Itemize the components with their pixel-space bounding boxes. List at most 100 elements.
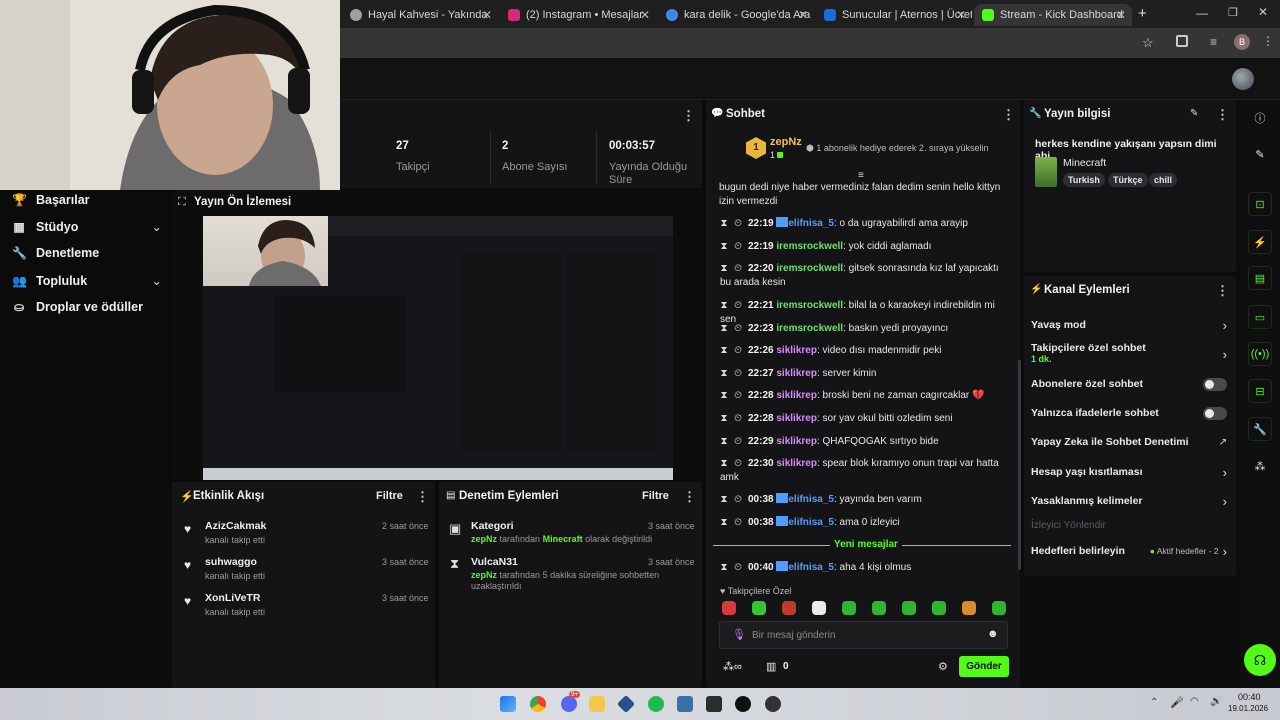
layout-icon[interactable]: ⊟ <box>1248 379 1272 403</box>
timeout-icon[interactable]: ⏲ <box>734 412 742 426</box>
profile-avatar[interactable]: B <box>1234 34 1250 50</box>
emote-icon[interactable] <box>842 601 856 615</box>
emote-icon[interactable] <box>782 601 796 615</box>
preview-video[interactable] <box>203 216 673 480</box>
browser-tab[interactable]: (2) Instagram • Mesajlar ✕ <box>500 4 656 26</box>
file-explorer-icon[interactable] <box>589 696 605 712</box>
timeout-icon[interactable]: ⏲ <box>734 240 742 254</box>
bits-icon[interactable]: ⁂∞ <box>723 660 742 673</box>
chat-username[interactable]: siklikrep <box>776 368 817 379</box>
action-followers-only[interactable]: Takipçilere özel sohbet 1 dk. › <box>1031 343 1227 365</box>
action-emotes-only[interactable]: Yalnızca ifadelerle sohbet <box>1031 405 1227 421</box>
timeout-icon[interactable]: ⏲ <box>734 262 742 276</box>
action-slow-mode[interactable]: Yavaş mod › <box>1031 317 1227 333</box>
hourglass-icon[interactable]: ⧗ <box>720 493 728 507</box>
hourglass-icon[interactable]: ⧗ <box>720 561 728 575</box>
chat-username[interactable]: iremsrockwell <box>776 323 843 334</box>
timeout-icon[interactable]: ⏲ <box>734 435 742 449</box>
chat-settings-gear-icon[interactable]: ⚙ <box>938 660 948 673</box>
emote-icon[interactable] <box>932 601 946 615</box>
gift-prompt[interactable]: ⬢ 1 abonelik hediye ederek 2. sıraya yük… <box>806 143 988 154</box>
broadcast-icon[interactable]: ((•)) <box>1248 342 1272 366</box>
chat-username[interactable]: elifnisa_5 <box>788 562 834 573</box>
close-tab-icon[interactable]: ✕ <box>798 8 808 22</box>
action-ai-moderation[interactable]: Yapay Zeka ile Sohbet Denetimi ↗ <box>1031 434 1227 450</box>
timeout-icon[interactable]: ⏲ <box>734 389 742 403</box>
minimize-icon[interactable]: — <box>1196 6 1208 20</box>
chat-username[interactable]: siklikrep <box>776 458 817 469</box>
chrome-icon[interactable] <box>530 696 546 712</box>
sidebar-item-basarilar[interactable]: 🏆 Başarılar <box>12 193 162 207</box>
activity-user[interactable]: XonLiVeTR <box>205 592 260 604</box>
chat-username[interactable]: siklikrep <box>776 345 817 356</box>
chat-scrollbar[interactable] <box>1018 360 1021 570</box>
moderation-actor[interactable]: zepNz <box>471 534 497 544</box>
channel-actions-menu-icon[interactable]: ⋮ <box>1216 283 1229 299</box>
emote-icon[interactable] <box>992 601 1006 615</box>
emoji-icon[interactable]: ☻ <box>987 628 999 640</box>
browser-tab[interactable]: Hayal Kahvesi - Yakında ✕ <box>342 4 498 26</box>
clock-time[interactable]: 00:40 <box>1238 692 1261 702</box>
sidebar-item-topluluk[interactable]: 👥 Topluluk ⌄ <box>12 273 162 289</box>
chat-username[interactable]: elifnisa_5 <box>788 218 834 229</box>
chat-username[interactable]: iremsrockwell <box>776 241 843 252</box>
chat-username[interactable]: siklikrep <box>776 413 817 424</box>
chat-username[interactable]: elifnisa_5 <box>788 517 834 528</box>
emote-icon[interactable] <box>902 601 916 615</box>
new-tab-button[interactable]: + <box>1138 5 1147 22</box>
tag-chip[interactable]: Türkçe <box>1108 173 1148 187</box>
mic-tray-icon[interactable]: 🎤 <box>1170 696 1184 709</box>
close-tab-icon[interactable]: ✕ <box>1116 8 1126 22</box>
close-tab-icon[interactable]: ✕ <box>482 8 492 22</box>
extensions-icon[interactable] <box>1176 35 1188 47</box>
close-tab-icon[interactable]: ✕ <box>640 8 650 22</box>
category-name[interactable]: Minecraft <box>1063 157 1106 169</box>
hourglass-icon[interactable]: ⧗ <box>720 217 728 231</box>
moderation-actor[interactable]: zepNz <box>471 570 497 580</box>
microphone-icon[interactable]: 🎙 <box>732 628 746 641</box>
spotify-icon[interactable] <box>648 696 664 712</box>
collapse-icon[interactable]: ≡ <box>858 170 864 181</box>
store-icon[interactable] <box>677 696 693 712</box>
hourglass-icon[interactable]: ⧗ <box>720 322 728 336</box>
hourglass-icon[interactable]: ⧗ <box>720 435 728 449</box>
screenshot-icon[interactable]: ⊡ <box>1248 192 1272 216</box>
action-account-age[interactable]: Hesap yaşı kısıtlaması › <box>1031 464 1227 480</box>
moderation-filter-button[interactable]: Filtre <box>642 490 669 502</box>
sidebar-item-droplar[interactable]: ⛀ Droplar ve ödüller <box>12 300 162 314</box>
hourglass-icon[interactable]: ⧗ <box>720 367 728 381</box>
emotes-only-toggle[interactable] <box>1203 406 1227 420</box>
hourglass-icon[interactable]: ⧗ <box>720 299 728 313</box>
dots-cluster-icon[interactable]: ⁂ <box>1248 454 1272 478</box>
action-set-goals[interactable]: Hedefleri belirleyin ● Aktif hedefler - … <box>1031 543 1227 559</box>
hourglass-icon[interactable]: ⧗ <box>720 344 728 358</box>
browser-tab-active[interactable]: Stream - Kick Dashboard ✕ <box>974 4 1132 26</box>
moderation-menu-icon[interactable]: ⋮ <box>683 489 696 505</box>
chat-input-placeholder[interactable]: Bir mesaj gönderin <box>752 630 835 641</box>
browser-menu-icon[interactable]: ⋮ <box>1262 34 1274 48</box>
activity-menu-icon[interactable]: ⋮ <box>416 489 429 505</box>
emote-icon[interactable] <box>962 601 976 615</box>
obs-icon[interactable] <box>735 696 751 712</box>
lightning-icon[interactable]: ⚡ <box>1248 230 1272 254</box>
bookmark-star-icon[interactable]: ☆ <box>1142 35 1154 51</box>
hourglass-icon[interactable]: ⧗ <box>720 412 728 426</box>
timeout-icon[interactable]: ⏲ <box>734 516 742 530</box>
tag-chip[interactable]: chill <box>1149 173 1178 187</box>
game-app-icon[interactable] <box>706 696 722 712</box>
emote-icon[interactable] <box>722 601 736 615</box>
browser-tab[interactable]: Sunucular | Aternos | Ücretsiz M ✕ <box>816 4 972 26</box>
emote-icon[interactable] <box>752 601 766 615</box>
chat-icon[interactable]: ▭ <box>1248 305 1272 329</box>
sidebar-item-studyo[interactable]: ▦ Stüdyo ⌄ <box>12 219 162 235</box>
edit-pencil-icon[interactable]: ✎ <box>1190 108 1198 119</box>
info-icon[interactable]: ⓘ <box>1248 106 1272 130</box>
reading-list-icon[interactable]: ≡ <box>1210 35 1217 49</box>
timeout-icon[interactable]: ⏲ <box>734 299 742 313</box>
chat-username[interactable]: elifnisa_5 <box>788 494 834 505</box>
discord-icon[interactable] <box>561 696 577 712</box>
top-gifter-name[interactable]: zepNz <box>770 136 802 148</box>
emote-icon[interactable] <box>872 601 886 615</box>
stats-menu-icon[interactable]: ⋮ <box>682 108 695 124</box>
close-window-icon[interactable]: ✕ <box>1258 5 1268 19</box>
